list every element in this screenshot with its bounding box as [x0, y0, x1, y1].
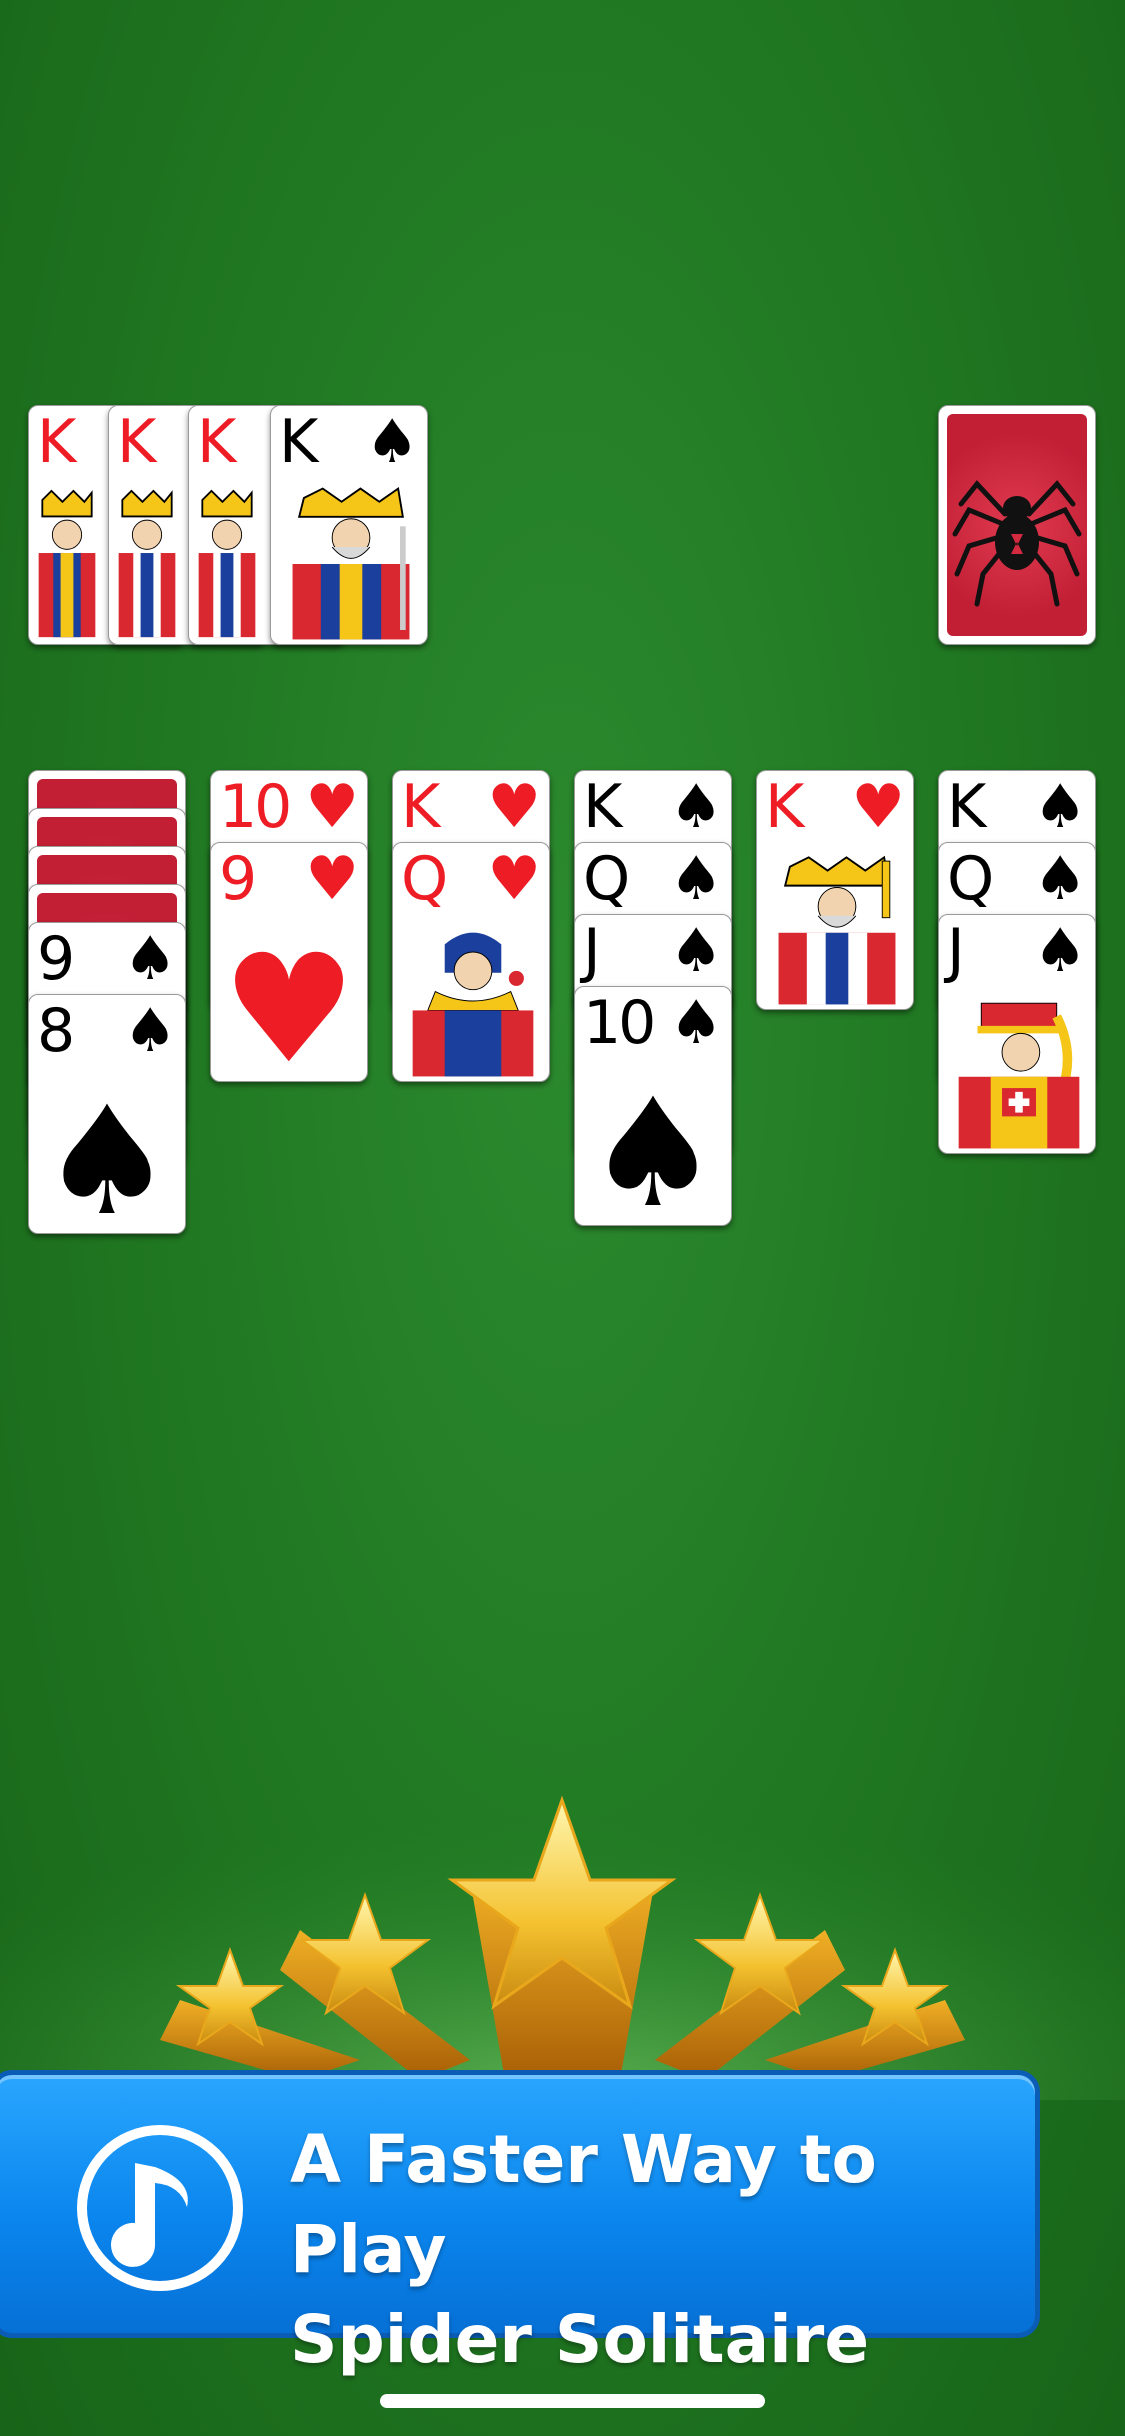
jack-face-image — [953, 993, 1085, 1153]
card-queen-hearts[interactable]: Q ♥ — [392, 842, 550, 1082]
spider-icon — [952, 480, 1082, 607]
spade-pip-icon: ♠ — [39, 1075, 175, 1234]
card-8-spades[interactable]: 8 ♠ ♠ — [28, 994, 186, 1234]
home-indicator[interactable] — [380, 2394, 765, 2408]
card-jack-spades[interactable]: J ♠ — [938, 914, 1096, 1154]
queen-face-image — [407, 921, 539, 1081]
card-king-hearts[interactable]: K ♥ — [756, 770, 914, 1010]
stock-pile[interactable] — [938, 405, 1096, 645]
king-face-image — [285, 484, 417, 644]
stars-decoration — [0, 1700, 1125, 2100]
card-9-hearts[interactable]: 9 ♥ ♥ — [210, 842, 368, 1082]
king-face-image — [195, 484, 259, 644]
spade-pip-icon: ♠ — [585, 1067, 721, 1226]
king-face-image — [115, 484, 179, 644]
king-face-image — [35, 484, 99, 644]
banner-text: A Faster Way to Play Spider Solitaire — [290, 2121, 877, 2378]
music-note-icon — [77, 2125, 243, 2291]
card-10-spades[interactable]: 10 ♠ ♠ — [574, 986, 732, 1226]
heart-pip-icon: ♥ — [221, 923, 357, 1082]
king-face-image — [771, 849, 903, 1009]
promo-banner[interactable]: A Faster Way to Play Spider Solitaire — [0, 2070, 1040, 2378]
foundation-card-king-spades: K ♠ — [270, 405, 428, 645]
